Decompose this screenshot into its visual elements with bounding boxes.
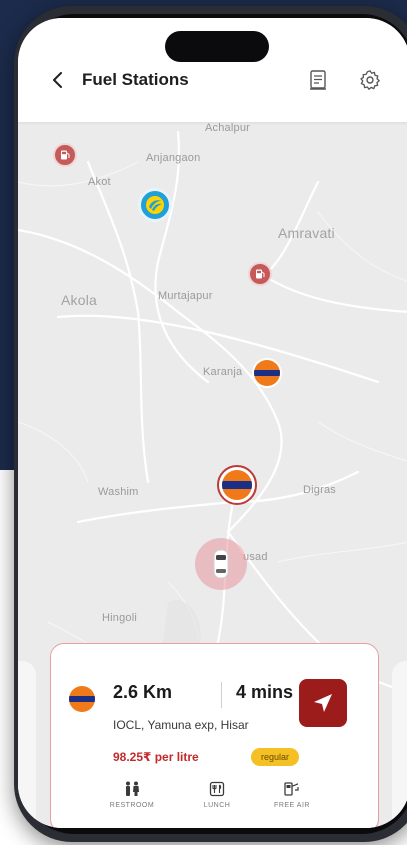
iocl-station-marker[interactable] (252, 358, 282, 388)
back-button[interactable] (46, 68, 70, 92)
divider (221, 682, 222, 708)
settings-button[interactable] (358, 68, 382, 92)
car-icon (213, 549, 229, 579)
list-button[interactable] (306, 68, 330, 92)
place-label-amravati: Amravati (278, 225, 335, 241)
place-label-anjangaon: Anjangaon (146, 152, 201, 164)
duration-value: 4 mins (236, 682, 294, 702)
lunch-icon (209, 781, 225, 797)
page-title: Fuel Stations (82, 70, 189, 89)
document-icon (310, 70, 326, 90)
indianoil-logo-icon (254, 360, 280, 386)
iocl-station-marker-selected[interactable] (217, 465, 257, 505)
navigation-arrow-icon (314, 694, 332, 712)
place-label-washim: Washim (98, 486, 139, 498)
place-label-digras: Digras (303, 484, 336, 496)
amenity-free-air: FREE AIR (257, 780, 327, 809)
station-logo (67, 684, 97, 714)
navigate-button[interactable] (299, 679, 347, 727)
fuel-pump-icon (61, 150, 70, 160)
fuel-station-marker[interactable] (248, 262, 272, 286)
indianoil-logo-icon (69, 686, 95, 712)
bpcl-logo-icon (146, 196, 164, 214)
station-address: IOCL, Yamuna exp, Hisar (113, 718, 249, 732)
current-location-marker (195, 538, 247, 590)
place-label-akola: Akola (61, 292, 98, 308)
fuel-station-marker[interactable] (53, 143, 77, 167)
air-pump-icon (284, 782, 299, 796)
amenity-label: FREE AIR (274, 802, 310, 809)
fuel-type-badge: regular (251, 748, 300, 766)
fuel-price: 98.25₹ per litre (113, 750, 199, 764)
amenity-label: LUNCH (203, 802, 231, 809)
amenity-lunch: LUNCH (182, 780, 252, 809)
chevron-left-icon (53, 72, 62, 88)
dynamic-island (165, 31, 269, 62)
indianoil-logo-icon (222, 470, 252, 500)
place-label-achalpur: Achalpur (205, 122, 251, 134)
bpcl-station-marker[interactable] (138, 188, 172, 222)
place-label-karanja: Karanja (203, 366, 243, 378)
fuel-pump-icon (256, 269, 265, 279)
gear-icon (360, 70, 380, 90)
amenity-label: RESTROOM (109, 802, 155, 809)
place-label-murtajapur: Murtajapur (158, 290, 213, 302)
distance-value: 2.6 Km (113, 682, 173, 702)
amenity-restroom: RESTROOM (97, 780, 167, 809)
place-label-akot: Akot (88, 176, 111, 188)
adjacent-card-left[interactable] (18, 661, 36, 828)
station-detail-card[interactable]: 2.6 Km 4 mins IOCL, Yamuna exp, Hisar 98… (50, 643, 379, 828)
place-label-hingoli: Hingoli (102, 612, 138, 624)
restroom-icon (126, 781, 139, 796)
adjacent-card-right[interactable] (392, 661, 407, 828)
app-screen: Fuel Stations Achalpur Anjangaon Akot Am… (18, 18, 407, 828)
